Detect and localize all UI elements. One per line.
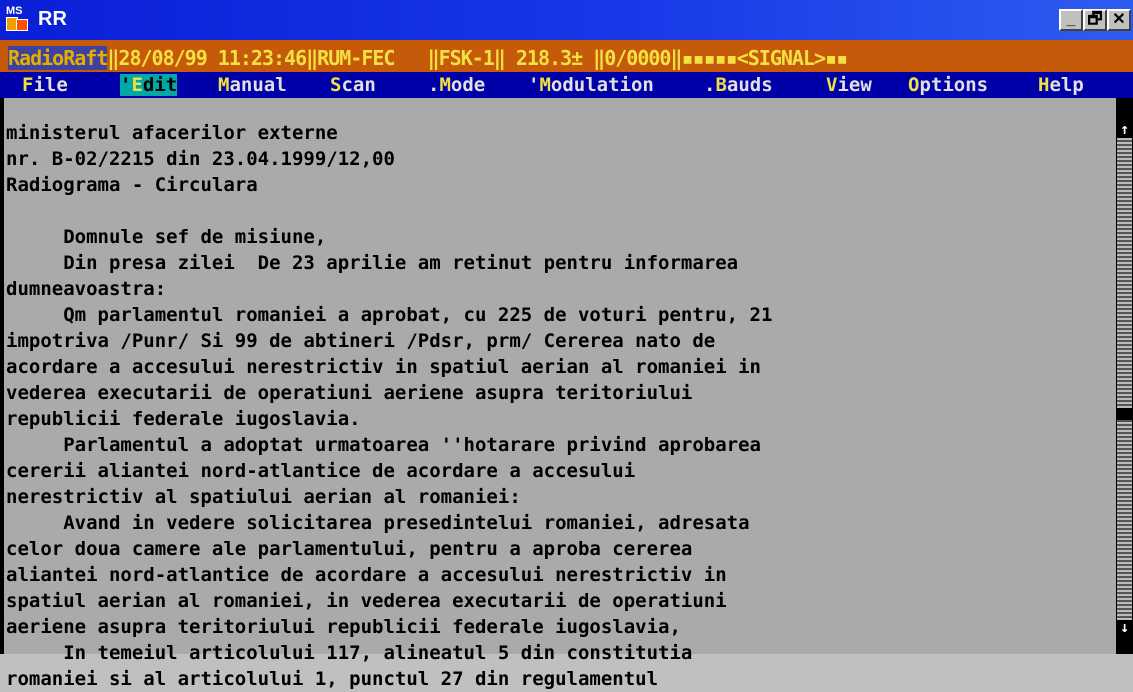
menu-options[interactable]: Options: [908, 74, 988, 96]
menu-scan[interactable]: Scan: [330, 74, 376, 96]
title-bar[interactable]: MS RR _ 🗗 ✕: [0, 0, 1133, 40]
status-brand: RadioRaft: [8, 46, 108, 70]
status-line: RadioRaft‖28/08/99 11:23:46‖RUM-FEC ‖FSK…: [0, 40, 1133, 72]
menu-mode[interactable]: .Mode: [428, 74, 485, 96]
menu-edit[interactable]: 'Edit: [120, 74, 178, 96]
maximize-button[interactable]: 🗗: [1083, 9, 1107, 31]
menu-bar: File 'Edit Manual Scan .Mode 'Modulation…: [0, 72, 1133, 98]
application-window: MS RR _ 🗗 ✕ RadioRaft‖28/08/99 11:23:46‖…: [0, 0, 1133, 690]
app-icon[interactable]: MS: [6, 6, 32, 34]
menu-bauds[interactable]: .Bauds: [704, 74, 773, 96]
vertical-scrollbar[interactable]: ↑ ↓: [1116, 98, 1133, 654]
document-text[interactable]: ministerul afacerilor externe nr. B-02/2…: [6, 120, 772, 692]
scroll-thumb-bottom[interactable]: [1117, 420, 1132, 620]
window-title: RR: [38, 8, 67, 30]
menu-manual[interactable]: Manual: [218, 74, 287, 96]
app-icon-label: MS: [6, 5, 23, 17]
scroll-thumb-top[interactable]: [1117, 138, 1132, 408]
status-info: ‖28/08/99 11:23:46‖RUM-FEC ‖FSK-1‖ 218.3…: [107, 46, 848, 70]
menu-file[interactable]: File: [22, 74, 68, 96]
menu-view[interactable]: View: [826, 74, 872, 96]
minimize-button[interactable]: _: [1059, 9, 1083, 31]
close-button[interactable]: ✕: [1107, 9, 1131, 31]
text-area[interactable]: ministerul afacerilor externe nr. B-02/2…: [0, 98, 1116, 690]
menu-help[interactable]: Help: [1038, 74, 1084, 96]
scroll-down-arrow-icon[interactable]: ↓: [1116, 618, 1133, 636]
menu-modulation[interactable]: 'Modulation: [528, 74, 654, 96]
scroll-up-arrow-icon[interactable]: ↑: [1116, 120, 1133, 138]
